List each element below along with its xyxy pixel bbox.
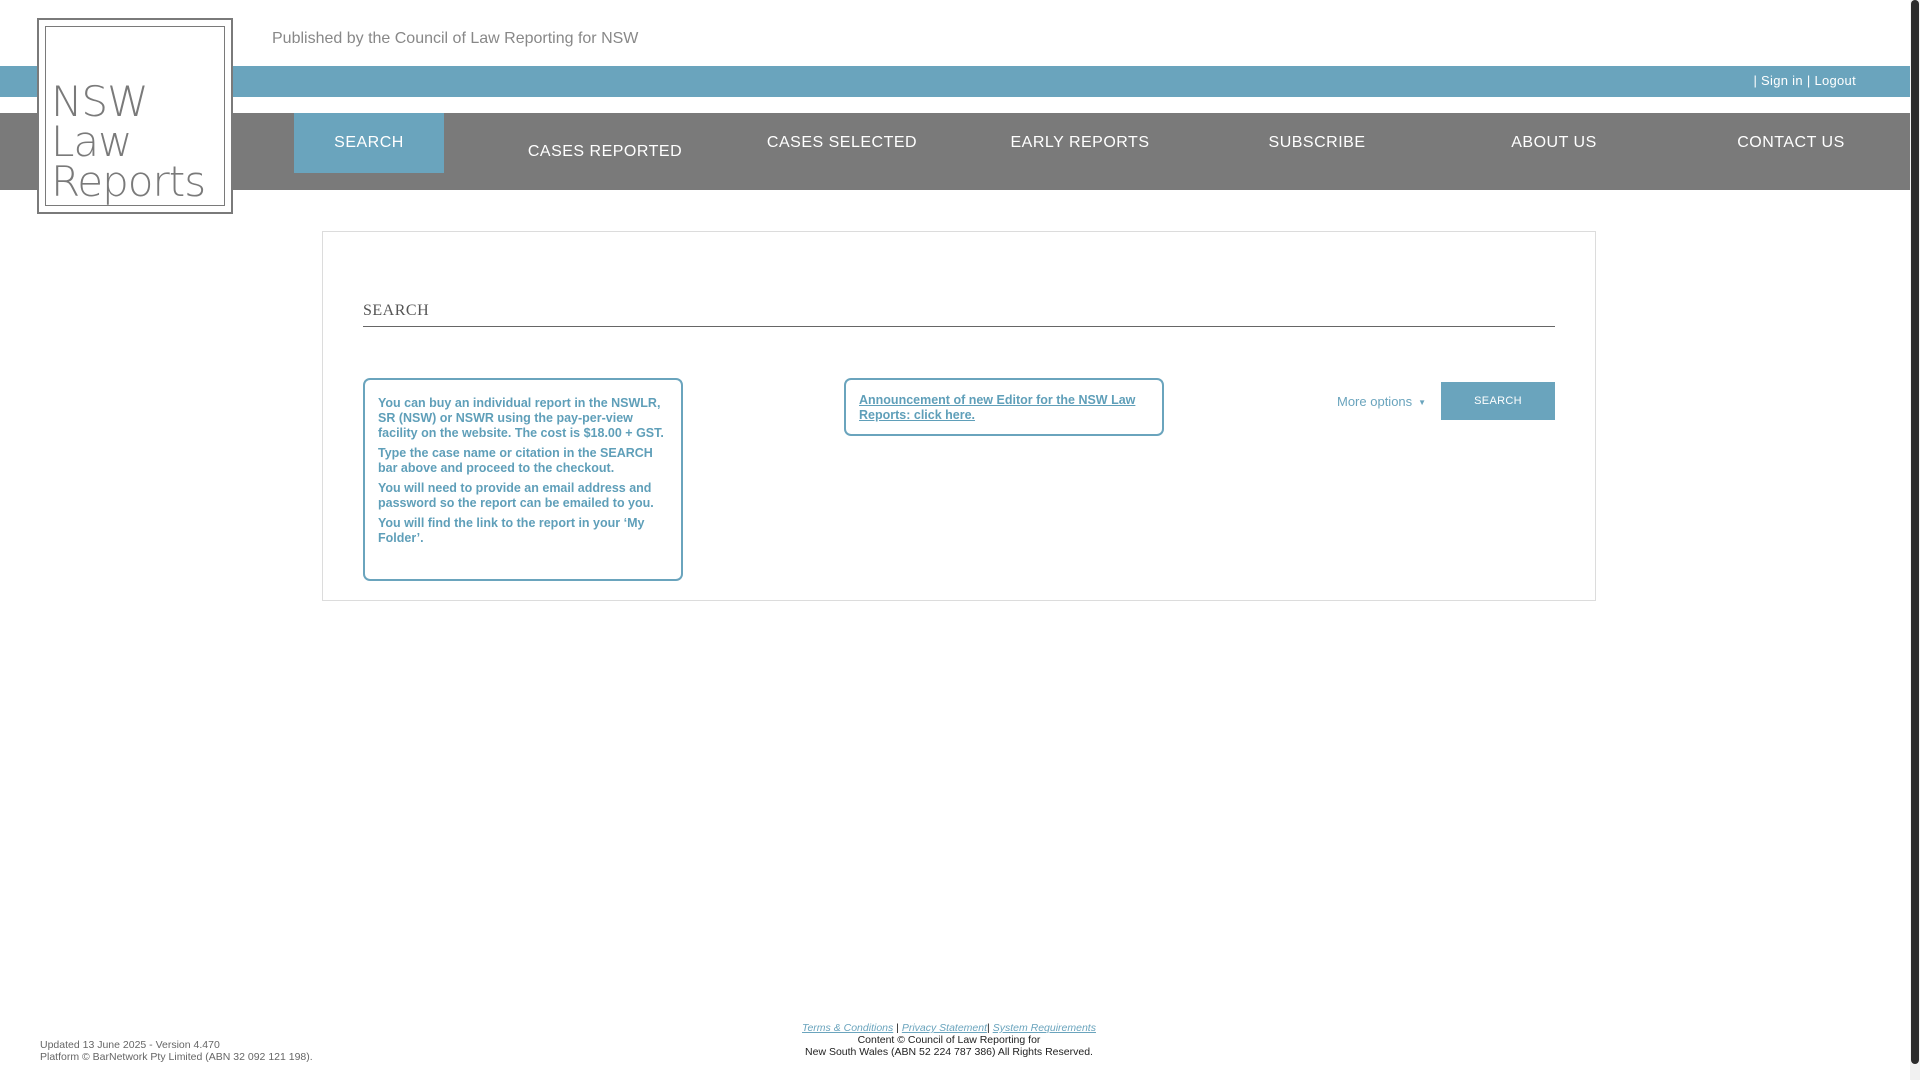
footer-link-separator: | [987, 1022, 990, 1034]
auth-links: | Sign in | Logout [1753, 73, 1856, 88]
footer-updated: Updated 13 June 2025 - Version 4.470 [40, 1039, 220, 1051]
caret-down-icon: ▼ [1418, 398, 1427, 408]
pay-per-view-info-box: You can buy an individual report in the … [363, 378, 683, 581]
nav-item-cases-reported[interactable]: CASES REPORTED [525, 113, 685, 173]
footer-version-info: Updated 13 June 2025 - Version 4.470 Pla… [40, 1039, 313, 1063]
info-paragraph: You can buy an individual report in the … [378, 396, 664, 440]
nsw-law-reports-logo[interactable]: NSW Law Reports [37, 18, 233, 214]
page-scrollbar-thumb[interactable] [1911, 0, 1919, 1064]
privacy-link[interactable]: Privacy Statement [902, 1022, 987, 1034]
logo-line-reports: Reports [51, 157, 206, 206]
footer-copyright-line2: New South Wales (ABN 52 224 787 386) All… [805, 1046, 1093, 1058]
nav-item-early-reports[interactable]: EARLY REPORTS [990, 113, 1170, 173]
footer-links: Terms & Conditions | Privacy Statement| … [749, 1022, 1149, 1034]
page-title: SEARCH [363, 302, 430, 319]
nav-item-contact-us[interactable]: CONTACT US [1701, 113, 1881, 173]
footer-platform: Platform © BarNetwork Pty Limited (ABN 3… [40, 1051, 313, 1063]
system-requirements-link[interactable]: System Requirements [993, 1022, 1096, 1034]
logo-line-law: Law [51, 117, 133, 166]
info-paragraph: You will need to provide an email addres… [378, 481, 654, 510]
nav-item-about-us[interactable]: ABOUT US [1464, 113, 1644, 173]
top-bar [0, 66, 1910, 97]
nav-item-search[interactable]: SEARCH [294, 113, 444, 173]
heading-divider [363, 326, 1555, 327]
search-button[interactable]: SEARCH [1441, 382, 1555, 420]
info-paragraph: Type the case name or citation in the SE… [378, 446, 653, 475]
footer-link-separator: | [896, 1022, 899, 1034]
nav-item-subscribe[interactable]: SUBSCRIBE [1227, 113, 1407, 173]
footer-legal: Terms & Conditions | Privacy Statement| … [749, 1022, 1149, 1058]
logout-link[interactable]: Logout [1814, 73, 1856, 88]
sign-in-link[interactable]: Sign in [1761, 73, 1803, 88]
info-paragraph: You will find the link to the report in … [378, 516, 645, 545]
nav-item-cases-selected[interactable]: CASES SELECTED [752, 113, 932, 173]
more-options-toggle[interactable]: More options ▼ [1337, 394, 1426, 409]
auth-separator: | [1753, 73, 1758, 88]
terms-link[interactable]: Terms & Conditions [802, 1022, 893, 1034]
more-options-label: More options [1337, 394, 1413, 409]
footer-copyright-line1: Content © Council of Law Reporting for [857, 1034, 1041, 1046]
logo-line-nsw: NSW [51, 77, 149, 126]
announcement-link[interactable]: Announcement of new Editor for the NSW L… [859, 393, 1135, 422]
logo-text: NSW Law Reports [51, 77, 206, 206]
announcement-box: Announcement of new Editor for the NSW L… [844, 378, 1164, 436]
auth-separator: | [1806, 73, 1811, 88]
publisher-tagline: Published by the Council of Law Reportin… [272, 30, 639, 47]
